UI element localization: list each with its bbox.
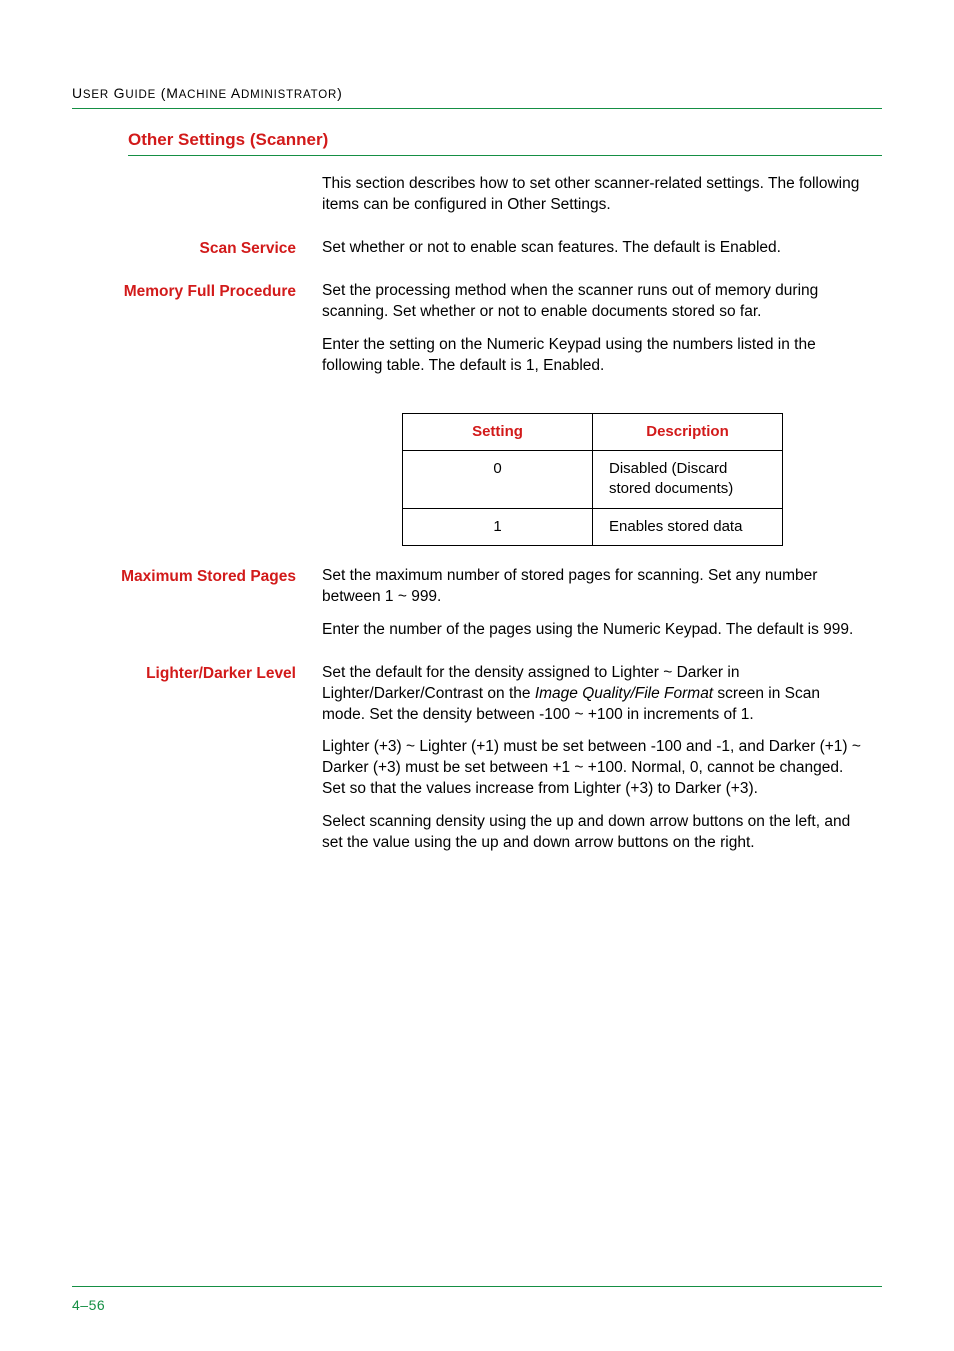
running-header: USER GUIDE (MACHINE ADMINISTRATOR) [72, 84, 882, 104]
memory-full-p2: Enter the setting on the Numeric Keypad … [322, 335, 862, 377]
max-pages-p2: Enter the number of the pages using the … [322, 620, 862, 641]
side-label-empty [72, 174, 322, 175]
max-pages-p1: Set the maximum number of stored pages f… [322, 566, 862, 608]
table-cell-description: Disabled (Discard stored documents) [593, 451, 783, 509]
table-row: 1 Enables stored data [403, 508, 783, 545]
scan-service-label: Scan Service [72, 238, 322, 260]
header-char: G [114, 85, 126, 101]
memory-full-label: Memory Full Procedure [72, 281, 322, 303]
table-cell-description: Enables stored data [593, 508, 783, 545]
intro-text: This section describes how to set other … [322, 174, 862, 216]
lighter-darker-p1: Set the default for the density assigned… [322, 663, 862, 726]
header-rest: UIDE [125, 89, 156, 101]
lighter-darker-label: Lighter/Darker Level [72, 663, 322, 685]
scan-service-text: Set whether or not to enable scan featur… [322, 238, 862, 259]
lighter-darker-p3: Select scanning density using the up and… [322, 812, 862, 854]
header-paren: ) [337, 85, 342, 101]
page-number: 4–56 [72, 1296, 105, 1315]
header-rest: DMINISTRATOR [241, 89, 337, 101]
table-row: 0 Disabled (Discard stored documents) [403, 451, 783, 509]
memory-full-body: Set the processing method when the scann… [322, 281, 862, 389]
header-rest: SER [83, 89, 109, 101]
memory-full-p1: Set the processing method when the scann… [322, 281, 862, 323]
header-char: U [72, 85, 83, 101]
section-rule [128, 155, 882, 156]
table-cell-setting: 1 [403, 508, 593, 545]
intro-row: This section describes how to set other … [72, 174, 882, 228]
table-header-row: Setting Description [403, 413, 783, 450]
settings-table: Setting Description 0 Disabled (Discard … [402, 413, 783, 546]
header-rest: ACHINE [179, 89, 227, 101]
header-paren: ( [156, 85, 166, 101]
max-pages-row: Maximum Stored Pages Set the maximum num… [72, 566, 882, 653]
footer-rule [72, 1286, 882, 1287]
header-rule [72, 108, 882, 109]
section-title: Other Settings (Scanner) [128, 129, 882, 152]
memory-full-row: Memory Full Procedure Set the processing… [72, 281, 882, 389]
lighter-darker-row: Lighter/Darker Level Set the default for… [72, 663, 882, 866]
table-cell-setting: 0 [403, 451, 593, 509]
table-header-description: Description [593, 413, 783, 450]
scan-service-row: Scan Service Set whether or not to enabl… [72, 238, 882, 271]
max-pages-body: Set the maximum number of stored pages f… [322, 566, 862, 653]
lighter-darker-body: Set the default for the density assigned… [322, 663, 862, 866]
text-italic: Image Quality/File Format [535, 685, 713, 702]
header-char: M [166, 85, 178, 101]
table-header-setting: Setting [403, 413, 593, 450]
max-pages-label: Maximum Stored Pages [72, 566, 322, 588]
lighter-darker-p2: Lighter (+3) ~ Lighter (+1) must be set … [322, 737, 862, 800]
header-char: A [231, 85, 241, 101]
